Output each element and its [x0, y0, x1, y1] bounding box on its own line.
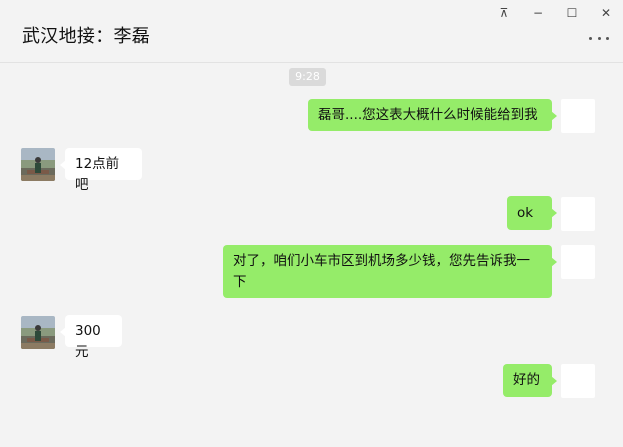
contact-avatar-photo — [21, 148, 55, 181]
my-message-bubble[interactable]: 磊哥....您这表大概什么时候能给到我 — [308, 99, 557, 131]
my-avatar[interactable] — [561, 364, 595, 398]
message-timestamp: 9:28 — [289, 68, 326, 86]
my-avatar[interactable] — [561, 245, 595, 279]
my-message-bubble[interactable]: 好的 — [503, 364, 557, 397]
contact-message-bubble[interactable]: 12点前吧 — [60, 148, 142, 193]
contact-avatar-photo — [21, 316, 55, 349]
my-avatar[interactable] — [561, 99, 595, 133]
my-message-bubble[interactable]: ok — [507, 196, 557, 230]
close-icon[interactable]: ✕ — [589, 0, 623, 26]
minimize-icon[interactable]: − — [521, 0, 555, 26]
window-controls: ⊼ − ☐ ✕ — [487, 0, 623, 26]
more-dot — [606, 36, 609, 40]
more-dot — [597, 36, 601, 40]
chat-title: 武汉地接：李磊 — [22, 26, 151, 47]
my-avatar[interactable] — [561, 197, 595, 231]
pin-icon[interactable]: ⊼ — [487, 0, 521, 26]
contact-avatar[interactable] — [21, 316, 55, 349]
contact-avatar[interactable] — [21, 148, 55, 181]
title-bar: 武汉地接：李磊 ⊼ − ☐ ✕ — [0, 0, 623, 63]
my-message-bubble[interactable]: 对了，咱们小车市区到机场多少钱，您先告诉我一下 — [223, 245, 557, 298]
contact-message-bubble[interactable]: 300元 — [60, 315, 122, 360]
more-dot — [589, 36, 592, 40]
chat-window: 武汉地接：李磊 ⊼ − ☐ ✕ 9:28 磊哥....您这表大概什么时候能给到我… — [0, 0, 623, 447]
more-options-icon[interactable] — [589, 30, 609, 46]
maximize-icon[interactable]: ☐ — [555, 0, 589, 26]
